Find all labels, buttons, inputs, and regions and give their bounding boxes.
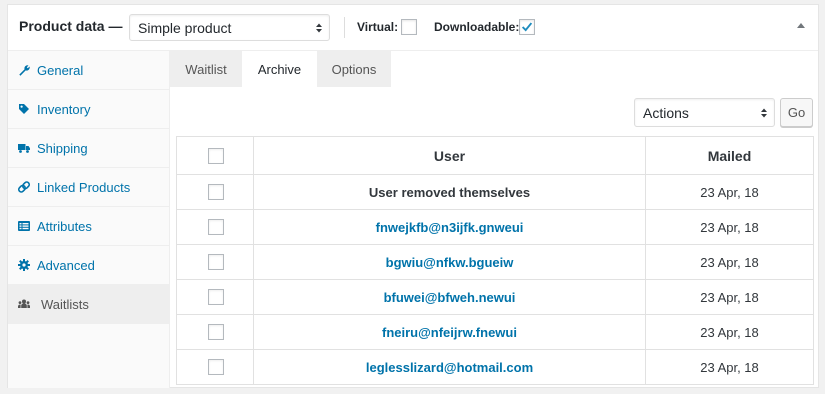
row-checkbox-cell xyxy=(176,174,254,210)
truck-icon xyxy=(18,144,30,153)
row-checkbox[interactable] xyxy=(208,254,224,270)
table-row: bgwiu@nfkw.bgueiw 23 Apr, 18 xyxy=(176,244,814,280)
user-email-link[interactable]: bfuwei@bfweh.newui xyxy=(384,290,516,305)
downloadable-label: Downloadable: xyxy=(434,20,520,34)
sidebar-item-label: Inventory xyxy=(37,102,91,117)
table-row: fnwejkfb@n3ijfk.gnweui 23 Apr, 18 xyxy=(176,209,814,245)
row-checkbox-cell xyxy=(176,349,254,385)
tab-waitlist[interactable]: Waitlist xyxy=(170,51,242,87)
product-data-title: Product data — xyxy=(19,18,123,34)
bulk-actions-value: Actions xyxy=(643,104,689,121)
select-arrows-icon xyxy=(316,23,322,32)
row-checkbox-cell xyxy=(176,244,254,280)
bulk-actions-select[interactable]: Actions xyxy=(634,98,775,127)
select-all-checkbox[interactable] xyxy=(208,147,224,164)
select-all-cell xyxy=(176,136,254,175)
mailed-cell: 23 Apr, 18 xyxy=(645,314,814,350)
user-cell: bfuwei@bfweh.newui xyxy=(253,279,646,315)
tab-label: Archive xyxy=(257,62,302,77)
waitlist-tabs: Waitlist Archive Options xyxy=(170,51,819,87)
sidebar-item-general[interactable]: General xyxy=(8,51,170,90)
link-icon xyxy=(18,181,30,193)
list-icon xyxy=(18,221,30,231)
gear-icon xyxy=(18,259,30,271)
sidebar-item-attributes[interactable]: Attributes xyxy=(8,207,170,246)
panel-header: Product data — Simple product Virtual: D… xyxy=(8,5,818,51)
user-cell: bgwiu@nfkw.bgueiw xyxy=(253,244,646,280)
mailed-cell: 23 Apr, 18 xyxy=(645,279,814,315)
row-checkbox[interactable] xyxy=(208,219,224,235)
header-divider xyxy=(344,17,345,38)
row-checkbox-cell xyxy=(176,314,254,350)
row-checkbox[interactable] xyxy=(208,184,224,200)
sidebar-item-label: Advanced xyxy=(37,258,95,273)
user-email-link[interactable]: leglesslizard@hotmail.com xyxy=(366,360,533,375)
sidebar-item-linked-products[interactable]: Linked Products xyxy=(8,168,170,207)
product-data-sidebar: General Inventory Shipping Linked Produc… xyxy=(8,51,170,388)
user-email-link[interactable]: fnwejkfb@n3ijfk.gnweui xyxy=(376,220,524,235)
mailed-cell: 23 Apr, 18 xyxy=(645,244,814,280)
product-type-select[interactable]: Simple product xyxy=(129,14,330,41)
tab-label: Waitlist xyxy=(185,62,227,77)
user-cell: leglesslizard@hotmail.com xyxy=(253,349,646,385)
table-row: fneiru@nfeijrw.fnewui 23 Apr, 18 xyxy=(176,314,814,350)
tab-label: Options xyxy=(331,62,377,77)
table-row: leglesslizard@hotmail.com 23 Apr, 18 xyxy=(176,349,814,385)
sidebar-item-label: Shipping xyxy=(37,141,88,156)
table-row: User removed themselves 23 Apr, 18 xyxy=(176,174,814,210)
collapse-arrow-icon[interactable] xyxy=(796,21,806,31)
downloadable-checkbox[interactable] xyxy=(519,19,535,35)
row-checkbox-cell xyxy=(176,279,254,315)
mailed-cell: 23 Apr, 18 xyxy=(645,209,814,245)
sidebar-item-label: General xyxy=(37,63,84,78)
mailed-cell: 23 Apr, 18 xyxy=(645,174,814,210)
mailed-column-header: Mailed xyxy=(645,136,814,175)
table-row: bfuwei@bfweh.newui 23 Apr, 18 xyxy=(176,279,814,315)
user-email-link[interactable]: bgwiu@nfkw.bgueiw xyxy=(386,255,514,270)
row-checkbox[interactable] xyxy=(208,359,224,375)
row-checkbox[interactable] xyxy=(208,324,224,340)
sidebar-item-advanced[interactable]: Advanced xyxy=(8,246,170,285)
user-text: User removed themselves xyxy=(368,184,531,200)
mailed-cell: 23 Apr, 18 xyxy=(645,349,814,385)
virtual-checkbox[interactable] xyxy=(401,19,417,35)
user-cell: fnwejkfb@n3ijfk.gnweui xyxy=(253,209,646,245)
go-button[interactable]: Go xyxy=(780,98,813,127)
product-data-panel: Product data — Simple product Virtual: D… xyxy=(7,4,819,388)
group-icon xyxy=(18,299,30,308)
archive-table: User Mailed User removed themselves 23 A… xyxy=(176,136,814,385)
tag-icon xyxy=(19,104,29,114)
wrench-icon xyxy=(19,65,30,76)
sidebar-item-shipping[interactable]: Shipping xyxy=(8,129,170,168)
sidebar-item-label: Waitlists xyxy=(41,297,89,312)
checkmark-icon xyxy=(521,22,533,32)
sidebar-item-label: Linked Products xyxy=(37,180,131,195)
tab-options[interactable]: Options xyxy=(317,51,391,87)
user-cell: User removed themselves xyxy=(253,174,646,210)
user-cell: fneiru@nfeijrw.fnewui xyxy=(253,314,646,350)
select-arrows-icon xyxy=(761,108,767,117)
product-type-value: Simple product xyxy=(138,19,232,36)
table-header-row: User Mailed xyxy=(176,136,814,175)
user-email-link[interactable]: fneiru@nfeijrw.fnewui xyxy=(382,325,517,340)
row-checkbox-cell xyxy=(176,209,254,245)
sidebar-item-inventory[interactable]: Inventory xyxy=(8,90,170,129)
tab-archive[interactable]: Archive xyxy=(242,51,317,87)
sidebar-item-label: Attributes xyxy=(37,219,92,234)
sidebar-item-waitlists[interactable]: Waitlists xyxy=(8,285,170,324)
row-checkbox[interactable] xyxy=(208,289,224,305)
virtual-label: Virtual: xyxy=(357,20,399,34)
user-column-header: User xyxy=(253,136,646,175)
